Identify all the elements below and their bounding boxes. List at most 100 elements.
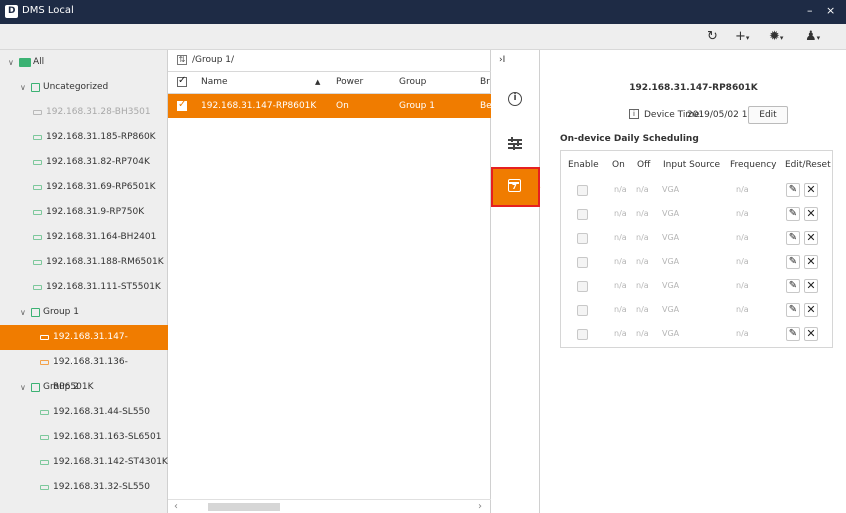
- reset-x-icon[interactable]: ✕: [804, 303, 818, 317]
- tree-device[interactable]: 192.168.31.44-SL550: [0, 400, 168, 425]
- reset-x-icon[interactable]: ✕: [804, 207, 818, 221]
- cell-on: n/a: [614, 329, 627, 338]
- tree-device[interactable]: 192.168.31.185-RP860K: [0, 125, 168, 150]
- tab-settings[interactable]: [491, 125, 540, 165]
- cell-frequency: n/a: [736, 257, 749, 266]
- reset-x-icon[interactable]: ✕: [804, 327, 818, 341]
- schedule-table: Enable On Off Input Source Frequency Edi…: [560, 150, 833, 348]
- settings-button[interactable]: ✹▾: [769, 29, 783, 44]
- edit-pencil-icon[interactable]: ✎: [786, 207, 800, 221]
- collapse-panel-icon[interactable]: ›I: [499, 55, 505, 65]
- select-all-checkbox[interactable]: [177, 75, 187, 87]
- enable-checkbox[interactable]: [577, 329, 588, 340]
- tree-device-selected[interactable]: 192.168.31.147-RP8601K: [0, 325, 168, 367]
- reset-x-icon[interactable]: ✕: [804, 255, 818, 269]
- column-header-brightness[interactable]: Br: [480, 77, 490, 87]
- scrollbar-thumb[interactable]: [208, 503, 280, 511]
- cell-off: n/a: [636, 209, 649, 218]
- header-frequency: Frequency: [730, 160, 777, 170]
- enable-checkbox[interactable]: [577, 185, 588, 196]
- horizontal-scrollbar[interactable]: ‹ ›: [168, 499, 491, 513]
- tree-device[interactable]: 192.168.31.163-SL6501: [0, 425, 168, 450]
- display-icon: [33, 110, 42, 115]
- tree-item-label: 192.168.31.164-BH2401: [46, 232, 157, 242]
- chevron-down-icon: ▾: [745, 34, 750, 42]
- column-header-power[interactable]: Power: [336, 77, 363, 87]
- tree-group-group-1[interactable]: ∨ Group 1: [0, 300, 168, 325]
- edit-pencil-icon[interactable]: ✎: [786, 303, 800, 317]
- tree-device[interactable]: 192.168.31.28-BH3501: [0, 100, 168, 125]
- edit-pencil-icon[interactable]: ✎: [786, 183, 800, 197]
- cell-off: n/a: [636, 233, 649, 242]
- tree-item-label: Group 2: [43, 382, 79, 392]
- tree-device[interactable]: 192.168.31.188-RM6501K: [0, 250, 168, 275]
- tree-group-group-2[interactable]: ∨ Group 2: [0, 375, 168, 400]
- tree-device[interactable]: 192.168.31.111-ST5501K: [0, 275, 168, 300]
- cell-input-source: VGA: [662, 185, 680, 194]
- tree-device[interactable]: 192.168.31.164-BH2401: [0, 225, 168, 250]
- cell-input-source: VGA: [662, 329, 680, 338]
- scroll-right-icon[interactable]: ›: [478, 501, 482, 512]
- edit-pencil-icon[interactable]: ✎: [786, 327, 800, 341]
- table-row[interactable]: 192.168.31.147-RP8601K On Group 1 Be: [168, 94, 492, 118]
- cell-frequency: n/a: [736, 209, 749, 218]
- user-button[interactable]: ♟▾: [805, 29, 820, 44]
- enable-checkbox[interactable]: [577, 257, 588, 268]
- edit-pencil-icon[interactable]: ✎: [786, 231, 800, 245]
- reset-x-icon[interactable]: ✕: [804, 231, 818, 245]
- tree-device[interactable]: 192.168.31.142-ST4301K: [0, 450, 168, 475]
- edit-time-button[interactable]: Edit: [748, 106, 788, 124]
- add-button[interactable]: +▾: [735, 29, 749, 44]
- tree-group-uncategorized[interactable]: ∨ Uncategorized: [0, 75, 168, 100]
- schedule-row: n/a n/a VGA n/a ✎ ✕: [561, 299, 832, 323]
- user-icon: ♟: [805, 29, 817, 44]
- tree-item-label: Group 1: [43, 307, 79, 317]
- scroll-left-icon[interactable]: ‹: [174, 501, 178, 512]
- info-icon: i: [508, 92, 522, 106]
- refresh-icon[interactable]: ↻: [707, 29, 718, 44]
- cell-input-source: VGA: [662, 281, 680, 290]
- enable-checkbox[interactable]: [577, 233, 588, 244]
- tree-device[interactable]: 192.168.31.69-RP6501K: [0, 175, 168, 200]
- tree-item-label: 192.168.31.9-RP750K: [46, 207, 145, 217]
- tree-device[interactable]: 192.168.31.9-RP750K: [0, 200, 168, 225]
- minimize-button[interactable]: –: [807, 4, 813, 17]
- chevron-down-icon[interactable]: ∨: [20, 375, 26, 400]
- tree-device[interactable]: 192.168.31.82-RP704K: [0, 150, 168, 175]
- schedule-title: On-device Daily Scheduling: [560, 134, 699, 144]
- header-input-source: Input Source: [663, 160, 721, 170]
- chevron-down-icon[interactable]: ∨: [8, 50, 14, 75]
- cell-power: On: [336, 101, 349, 111]
- reset-x-icon[interactable]: ✕: [804, 183, 818, 197]
- edit-pencil-icon[interactable]: ✎: [786, 255, 800, 269]
- reset-x-icon[interactable]: ✕: [804, 279, 818, 293]
- tab-scheduling[interactable]: 7 ◂: [491, 167, 544, 207]
- row-checkbox[interactable]: [177, 99, 187, 111]
- group-icon: [31, 83, 40, 92]
- enable-checkbox[interactable]: [577, 281, 588, 292]
- path-toggle-icon[interactable]: ⇅: [177, 55, 187, 65]
- sort-asc-icon[interactable]: ▲: [315, 78, 320, 86]
- header-off: Off: [637, 160, 651, 170]
- column-header-name[interactable]: Name: [201, 77, 228, 87]
- enable-checkbox[interactable]: [577, 305, 588, 316]
- chevron-down-icon[interactable]: ∨: [20, 75, 26, 100]
- cell-frequency: n/a: [736, 185, 749, 194]
- tab-device-info[interactable]: i: [491, 80, 540, 120]
- close-button[interactable]: ×: [826, 4, 835, 17]
- cell-frequency: n/a: [736, 233, 749, 242]
- enable-checkbox[interactable]: [577, 209, 588, 220]
- display-icon: [33, 260, 42, 265]
- chevron-down-icon[interactable]: ∨: [20, 300, 26, 325]
- cell-group: Group 1: [399, 101, 435, 111]
- edit-pencil-icon[interactable]: ✎: [786, 279, 800, 293]
- column-header-group[interactable]: Group: [399, 77, 426, 87]
- tree-device[interactable]: 192.168.31.136-RP6501K: [0, 350, 168, 392]
- tree-device[interactable]: 192.168.31.32-SL550: [0, 475, 168, 500]
- group-icon: [19, 58, 31, 67]
- tree-item-all[interactable]: ∨ All: [0, 50, 168, 75]
- cell-input-source: VGA: [662, 209, 680, 218]
- plus-icon: +: [735, 29, 746, 44]
- cell-off: n/a: [636, 305, 649, 314]
- group-icon: [31, 308, 40, 317]
